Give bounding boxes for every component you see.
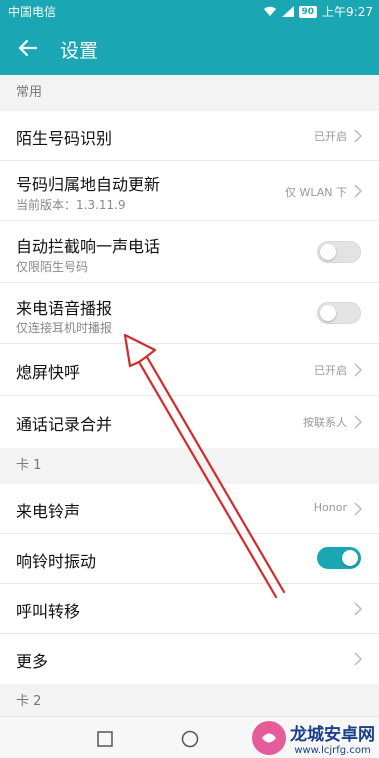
watermark-title: 龙城安卓网 [290, 725, 375, 745]
setting-vibrate-on-ring[interactable]: 响铃时振动 [0, 534, 379, 584]
setting-block-one-ring-calls[interactable]: 自动拦截响一声电话 仅限陌生号码 [0, 221, 379, 283]
chevron-right-icon [354, 415, 363, 429]
chevron-right-icon [354, 502, 363, 516]
voice-announce-toggle[interactable] [317, 302, 361, 324]
carrier-name: 中国电信 [8, 5, 57, 19]
setting-value: 按联系人 [303, 416, 347, 429]
chevron-right-icon [354, 363, 363, 377]
status-icons: 90 上午9:27 [263, 3, 373, 20]
section-header-card2: 卡 2 [0, 684, 379, 716]
setting-label: 自动拦截响一声电话 [16, 237, 161, 256]
setting-call-forwarding[interactable]: 呼叫转移 [0, 584, 379, 634]
toggle-knob [320, 244, 336, 260]
setting-label: 呼叫转移 [16, 602, 81, 621]
setting-sublabel: 仅连接耳机时播报 [16, 321, 113, 335]
watermark-logo-icon [252, 721, 286, 755]
page-title: 设置 [60, 40, 99, 62]
toggle-knob [342, 550, 358, 566]
setting-label: 陌生号码识别 [16, 129, 113, 148]
setting-label: 通话记录合并 [16, 415, 113, 434]
block-one-ring-toggle[interactable] [317, 241, 361, 263]
signal-icon [281, 6, 294, 17]
section-label: 卡 2 [16, 694, 42, 709]
setting-label: 熄屏快呼 [16, 363, 81, 382]
setting-more[interactable]: 更多 [0, 634, 379, 684]
app-bar: 设置 [0, 22, 379, 75]
setting-stranger-number-id[interactable]: 陌生号码识别 已开启 [0, 111, 379, 161]
setting-value: 已开启 [314, 364, 347, 377]
home-icon[interactable] [181, 730, 199, 748]
status-bar: 中国电信 90 上午9:27 [0, 0, 379, 22]
setting-value: Honor [313, 501, 347, 514]
setting-location-auto-update[interactable]: 号码归属地自动更新 当前版本：1.3.11.9 仅 WLAN 下 [0, 161, 379, 221]
clock: 上午9:27 [322, 5, 373, 19]
section-header-card1: 卡 1 [0, 448, 379, 484]
setting-value: 仅 WLAN 下 [284, 186, 347, 199]
setting-ringtone[interactable]: 来电铃声 Honor [0, 484, 379, 534]
watermark-text: 龙城安卓网 www.lcjrfg.com [290, 720, 375, 756]
section-label: 常用 [16, 85, 43, 100]
setting-label: 来电铃声 [16, 502, 81, 521]
setting-merge-call-records[interactable]: 通话记录合并 按联系人 [0, 396, 379, 448]
setting-value: 已开启 [314, 130, 347, 143]
section-header-common: 常用 [0, 75, 379, 111]
setting-incoming-voice-announce[interactable]: 来电语音播报 仅连接耳机时播报 [0, 283, 379, 344]
chevron-right-icon [354, 652, 363, 666]
setting-label: 来电语音播报 [16, 299, 113, 318]
site-watermark: 龙城安卓网 www.lcjrfg.com [252, 720, 375, 756]
chevron-right-icon [354, 602, 363, 616]
chevron-right-icon [354, 129, 363, 143]
setting-sublabel: 当前版本：1.3.11.9 [16, 198, 126, 212]
wifi-icon [263, 6, 276, 16]
battery-icon: 90 [298, 5, 318, 18]
setting-label: 更多 [16, 652, 49, 671]
section-label: 卡 1 [16, 458, 42, 473]
vibrate-toggle[interactable] [317, 547, 361, 569]
setting-sublabel: 仅限陌生号码 [16, 260, 89, 274]
setting-label: 响铃时振动 [16, 552, 97, 571]
setting-screen-off-quick-call[interactable]: 熄屏快呼 已开启 [0, 344, 379, 396]
recent-apps-icon[interactable] [97, 731, 113, 747]
chevron-right-icon [354, 184, 363, 198]
setting-label: 号码归属地自动更新 [16, 175, 161, 194]
back-arrow-icon[interactable] [16, 36, 40, 60]
watermark-url: www.lcjrfg.com [294, 745, 371, 756]
toggle-knob [320, 305, 336, 321]
